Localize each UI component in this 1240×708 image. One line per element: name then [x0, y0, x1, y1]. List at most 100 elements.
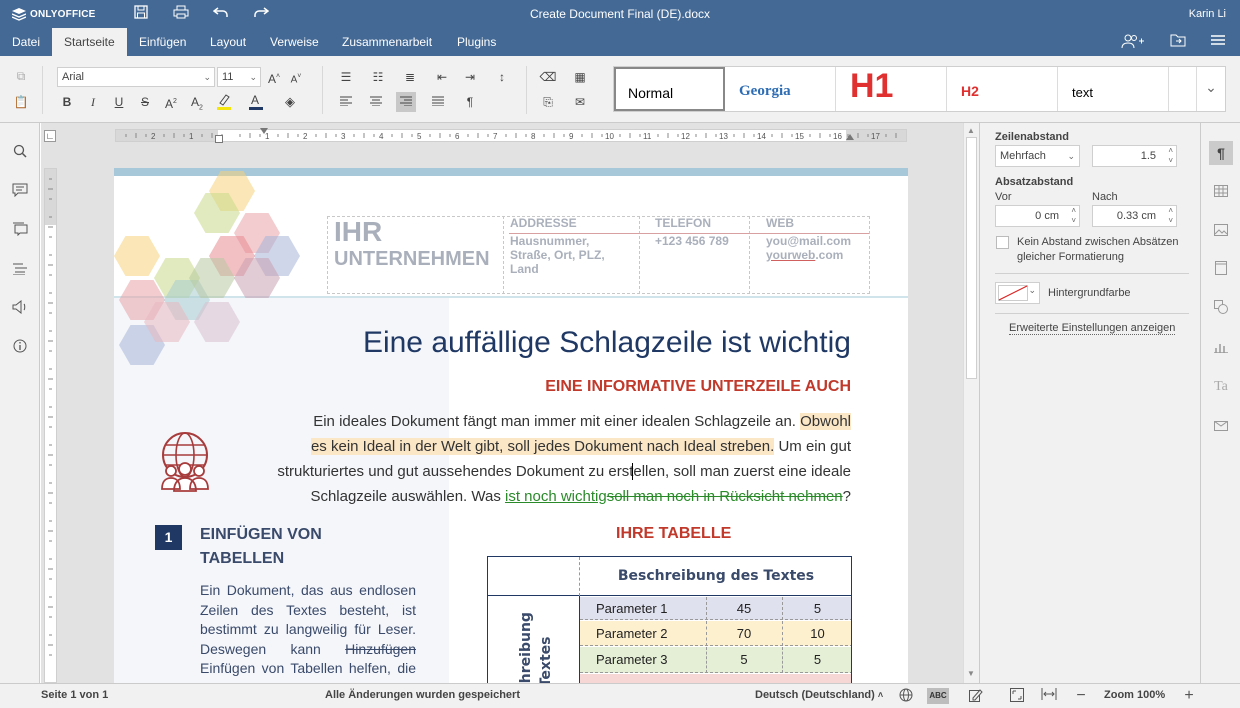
table-settings-icon[interactable]	[1209, 180, 1233, 204]
bold-button[interactable]: B	[57, 92, 77, 112]
advanced-settings-link[interactable]: Erweiterte Einstellungen anzeigen	[1009, 322, 1176, 335]
font-color-icon[interactable]: A	[246, 92, 266, 112]
track-changes-icon[interactable]	[968, 688, 984, 704]
print-icon[interactable]	[172, 5, 190, 23]
undo-icon[interactable]	[212, 5, 230, 23]
search-icon[interactable]	[10, 143, 30, 163]
comments-icon[interactable]	[10, 182, 30, 202]
decrease-indent-icon[interactable]: ⇤	[432, 67, 452, 87]
mail-merge-icon[interactable]	[1209, 414, 1233, 438]
tab-layout[interactable]: Layout	[198, 28, 258, 56]
about-icon[interactable]	[10, 338, 30, 358]
align-right-icon[interactable]	[396, 92, 416, 112]
copy-style-icon[interactable]: ⎘	[538, 92, 558, 112]
font-size-combo[interactable]: 11 ⌄	[217, 67, 261, 87]
align-left-icon[interactable]	[336, 92, 356, 112]
tab-datei[interactable]: Datei	[0, 28, 52, 56]
scroll-thumb[interactable]	[966, 137, 977, 379]
vertical-scrollbar[interactable]: ▲ ▼	[963, 123, 979, 683]
tab-verweise[interactable]: Verweise	[258, 28, 331, 56]
text-art-icon[interactable]: Ta	[1209, 375, 1233, 399]
increase-font-icon[interactable]: A˄	[264, 67, 284, 87]
horizontal-ruler[interactable]: 2 1 1 2 3 4 5 6 7 8 9 10 11 12 13 14 15 16 17	[115, 128, 907, 143]
redo-icon[interactable]	[252, 5, 270, 23]
tab-plugins[interactable]: Plugins	[445, 28, 508, 56]
color-scheme-icon[interactable]: ▦	[570, 67, 590, 87]
paragraph-settings-icon[interactable]: ¶	[1209, 141, 1233, 165]
globe-icon[interactable]	[898, 688, 914, 704]
paste-icon[interactable]: 📋	[11, 92, 31, 112]
multilevel-list-icon[interactable]: ≣	[400, 67, 420, 87]
paragraph-marks-icon[interactable]: ¶	[460, 92, 480, 112]
line-spacing-value-input[interactable]: 1.5 ˄ ˅	[1092, 145, 1177, 167]
data-table[interactable]: Beschreibung des Textes Beschreibung des…	[487, 556, 852, 683]
fit-width-icon[interactable]	[1041, 688, 1057, 704]
document-canvas[interactable]: ∟ 2 1 1 2 3 4 5 6 7 8 9 10 11 12 13 14 15 16 17	[41, 123, 963, 683]
numbered-list-icon[interactable]: ☷	[368, 67, 388, 87]
zoom-in-icon[interactable]: +	[1181, 688, 1197, 704]
space-before-input[interactable]: 0 cm ˄ ˅	[995, 205, 1080, 227]
menu-icon[interactable]	[1209, 33, 1227, 51]
bullet-list-icon[interactable]: ☰	[336, 67, 356, 87]
spinner-icon[interactable]: ˄ ˅	[1168, 206, 1173, 226]
increase-indent-icon[interactable]: ⇥	[460, 67, 480, 87]
web-site-link[interactable]: yourweb	[766, 248, 815, 262]
decrease-font-icon[interactable]: A˅	[286, 67, 306, 87]
ruler-corner[interactable]: ∟	[44, 130, 56, 142]
italic-button[interactable]: I	[83, 92, 103, 112]
svg-text:15: 15	[795, 132, 804, 141]
navigation-icon[interactable]	[10, 260, 30, 280]
vertical-ruler[interactable]	[44, 168, 57, 683]
open-location-icon[interactable]	[1169, 33, 1187, 51]
clear-style-icon[interactable]: ⌫	[538, 67, 558, 87]
share-users-icon[interactable]	[1120, 33, 1146, 51]
save-icon[interactable]	[132, 5, 150, 23]
line-spacing-mode-select[interactable]: Mehrfach ⌄	[995, 145, 1080, 167]
style-text[interactable]: text	[1058, 67, 1169, 111]
font-name-combo[interactable]: Arial ⌄	[57, 67, 215, 87]
underline-button[interactable]: U	[109, 92, 129, 112]
scroll-down-arrow[interactable]: ▼	[967, 669, 975, 678]
zoom-level[interactable]: Zoom 100%	[1104, 689, 1165, 701]
strikethrough-button[interactable]: S	[135, 92, 155, 112]
document-page[interactable]: IHR UNTERNEHMEN ADDRESSE Hausnummer, Str…	[114, 168, 908, 683]
tab-zusammenarbeit[interactable]: Zusammenarbeit	[330, 28, 444, 56]
superscript-button[interactable]: A2	[161, 92, 181, 112]
tab-einfuegen[interactable]: Einfügen	[127, 28, 198, 56]
copy-icon[interactable]: ⧉	[11, 66, 31, 86]
zoom-out-icon[interactable]: −	[1073, 688, 1089, 704]
style-h1[interactable]: H1	[836, 67, 947, 111]
spinner-icon[interactable]: ˄ ˅	[1071, 206, 1076, 226]
spinner-icon[interactable]: ˄ ˅	[1168, 146, 1173, 166]
image-settings-icon[interactable]	[1209, 219, 1233, 243]
chevron-down-icon[interactable]: ⌄	[1198, 79, 1224, 99]
style-georgia[interactable]: Georgia	[725, 67, 836, 111]
header-footer-icon[interactable]	[1209, 258, 1233, 282]
tab-startseite[interactable]: Startseite	[52, 28, 127, 56]
no-space-checkbox[interactable]	[996, 236, 1009, 249]
align-center-icon[interactable]	[366, 92, 386, 112]
shading-icon[interactable]: ◈	[280, 92, 300, 112]
space-after-input[interactable]: 0.33 cm ˄ ˅	[1092, 205, 1177, 227]
subscript-button[interactable]: A2	[187, 92, 207, 112]
feedback-icon[interactable]	[10, 299, 30, 319]
scroll-up-arrow[interactable]: ▲	[967, 126, 975, 135]
justify-icon[interactable]	[428, 92, 448, 112]
left-indent-marker[interactable]	[215, 135, 223, 143]
spellcheck-icon[interactable]: ABC	[927, 688, 949, 704]
shape-settings-icon[interactable]	[1209, 297, 1233, 321]
style-h2[interactable]: H2	[947, 67, 1058, 111]
page-indicator[interactable]: Seite 1 von 1	[41, 689, 108, 701]
line-spacing-icon[interactable]: ↕	[492, 67, 512, 87]
user-name[interactable]: Karin Li	[1189, 8, 1226, 20]
mail-merge-icon[interactable]: ✉	[570, 92, 590, 112]
first-line-indent-marker[interactable]	[260, 128, 268, 134]
highlight-icon[interactable]	[214, 92, 234, 112]
background-color-picker[interactable]: ⌄	[995, 282, 1040, 304]
chart-settings-icon[interactable]	[1209, 336, 1233, 360]
language-selector[interactable]: Deutsch (Deutschland) ˄	[755, 689, 883, 701]
right-indent-marker[interactable]	[846, 134, 854, 140]
fit-page-icon[interactable]	[1009, 688, 1025, 704]
style-normal[interactable]: Normal	[614, 67, 725, 111]
chat-icon[interactable]	[10, 221, 30, 241]
